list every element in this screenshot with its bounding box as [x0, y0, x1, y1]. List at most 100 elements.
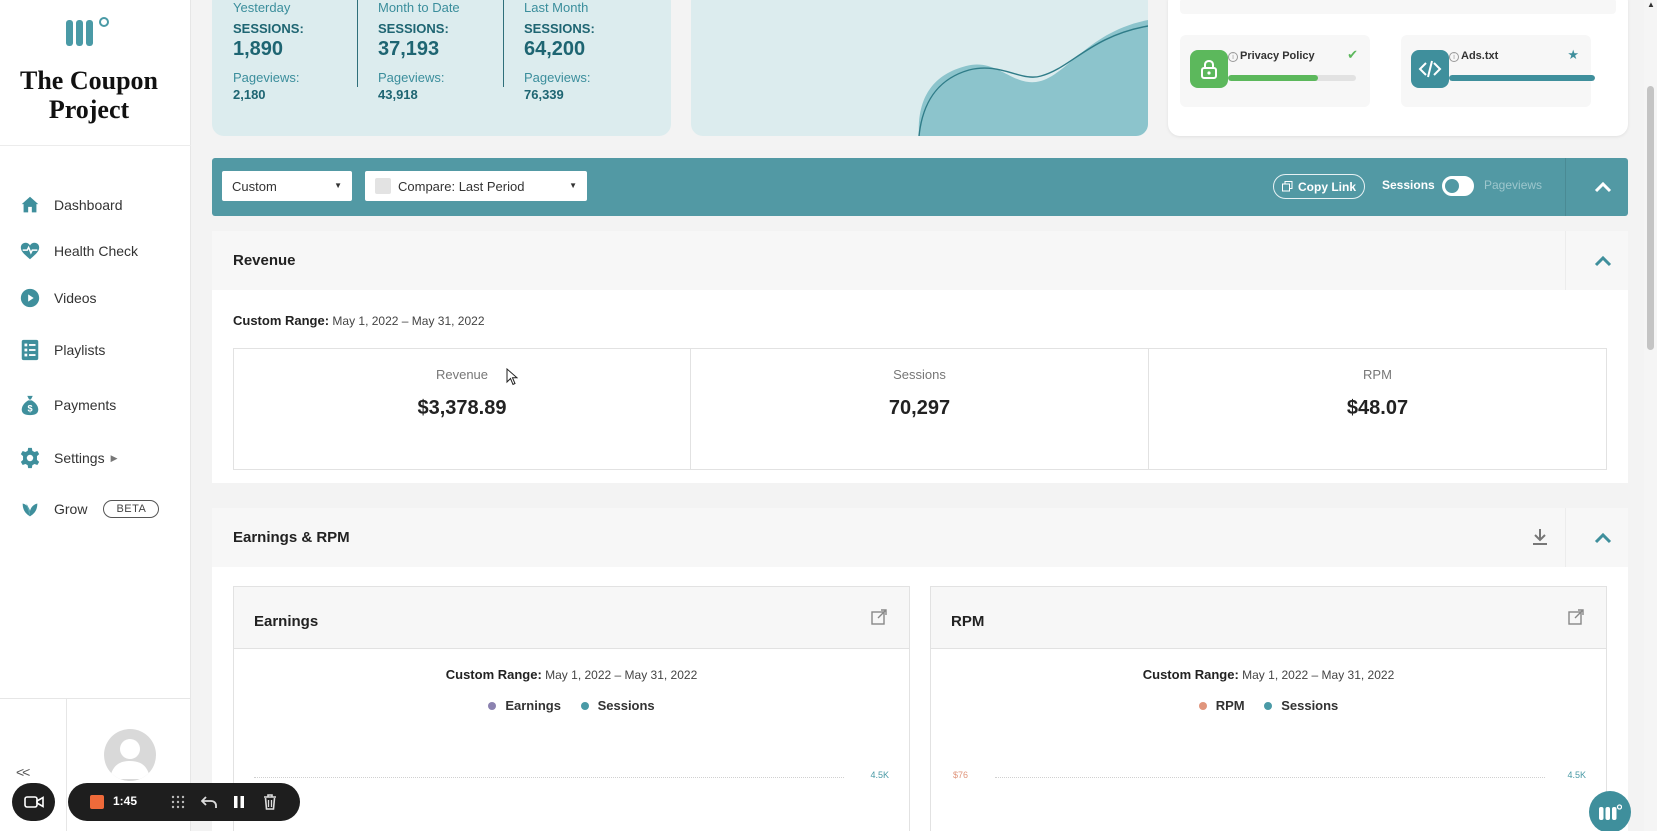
- compare-value: Compare: Last Period: [398, 178, 525, 194]
- copy-link-button[interactable]: Copy Link: [1273, 174, 1366, 199]
- metric-toggle[interactable]: [1442, 176, 1474, 196]
- scrollbar-thumb[interactable]: [1647, 86, 1654, 350]
- metric-value: $3,378.89: [417, 397, 507, 419]
- range-label: Custom Range:: [445, 667, 542, 682]
- legend-dot: [488, 702, 497, 711]
- external-link-icon[interactable]: [1568, 609, 1584, 625]
- legend-label: Earnings: [505, 698, 561, 713]
- date-range-value: Custom: [232, 178, 277, 194]
- chevron-up-icon[interactable]: [1592, 527, 1614, 549]
- copy-icon: [1282, 181, 1293, 192]
- earnings-chart-card: Earnings Custom Range: May 1, 2022 – May…: [233, 586, 910, 831]
- check-icon: ✔: [1347, 47, 1358, 62]
- chart-legend: RPM Sessions: [931, 698, 1606, 713]
- chart-gridline: [995, 777, 1545, 778]
- check-progress-bar: [1228, 75, 1356, 81]
- filter-toolbar: Custom ▼ Compare: Last Period ▼ Copy Lin…: [212, 158, 1628, 216]
- collapse-sidebar-button[interactable]: <<: [16, 764, 30, 780]
- legend-label: RPM: [1215, 698, 1245, 713]
- panel-title: Earnings & RPM: [233, 529, 350, 546]
- metric-toggle-pageviews-label: Pageviews: [1484, 178, 1543, 192]
- copy-link-label: Copy Link: [1298, 179, 1357, 194]
- stat-sessions-label: SESSIONS:: [378, 21, 449, 36]
- legend-item-rpm[interactable]: RPM: [1198, 698, 1245, 713]
- stat-divider: [357, 0, 358, 87]
- range-value: May 1, 2022 – May 31, 2022: [545, 668, 698, 682]
- legend-dot: [1198, 702, 1207, 711]
- sidebar-item-payments[interactable]: $ Payments: [18, 390, 116, 420]
- privacy-policy-check[interactable]: i Privacy Policy ✔: [1180, 35, 1370, 107]
- metric-label: Sessions: [893, 367, 946, 382]
- sidebar-footer-divider: [0, 698, 191, 699]
- video-camera-icon: [23, 796, 44, 808]
- sidebar-item-label: Payments: [54, 397, 117, 413]
- compare-checkbox[interactable]: [375, 178, 391, 194]
- recording-controls: 1:45: [68, 783, 300, 821]
- wave-illustration: [918, 20, 1148, 136]
- sidebar: The Coupon Project Dashboard Health Chec…: [0, 0, 191, 831]
- pause-icon[interactable]: [230, 793, 248, 811]
- panel-title: Revenue: [233, 252, 296, 269]
- brand-logo-icon[interactable]: [66, 16, 110, 48]
- undo-icon[interactable]: [200, 793, 218, 811]
- support-chat-button[interactable]: [1589, 791, 1631, 831]
- legend-item-sessions[interactable]: Sessions: [1264, 698, 1338, 713]
- sidebar-item-health-check[interactable]: Health Check: [18, 236, 138, 266]
- sidebar-item-label: Videos: [54, 290, 97, 306]
- revenue-panel: Revenue Custom Range: May 1, 2022 – May …: [212, 231, 1628, 483]
- metric-revenue: Revenue $3,378.89: [233, 348, 691, 470]
- camera-toggle-button[interactable]: [12, 783, 55, 821]
- sidebar-item-label: Dashboard: [54, 197, 123, 213]
- stop-recording-button[interactable]: [90, 795, 104, 809]
- sidebar-item-playlists[interactable]: Playlists: [18, 335, 105, 365]
- legend-item-earnings[interactable]: Earnings: [488, 698, 561, 713]
- avatar[interactable]: [104, 729, 156, 781]
- right-axis-tick: 4.5K: [870, 770, 889, 780]
- legend-item-sessions[interactable]: Sessions: [580, 698, 655, 713]
- external-link-icon[interactable]: [871, 609, 887, 625]
- chevron-up-icon[interactable]: [1592, 176, 1614, 198]
- check-progress-fill: [1449, 75, 1595, 81]
- rpm-card-header: RPM: [931, 587, 1606, 649]
- sidebar-item-label: Health Check: [54, 243, 139, 259]
- card-title: RPM: [951, 613, 985, 630]
- metric-toggle-sessions-label: Sessions: [1382, 178, 1435, 192]
- info-icon[interactable]: i: [1228, 52, 1238, 62]
- stat-pageviews-label: Pageviews:: [233, 70, 300, 85]
- stat-sessions-value: 37,193: [378, 38, 440, 60]
- header-divider: [1565, 508, 1566, 567]
- home-icon: [18, 193, 42, 217]
- sidebar-item-label: Settings: [54, 450, 105, 466]
- ads-txt-check[interactable]: i Ads.txt ★: [1401, 35, 1595, 107]
- sidebar-item-videos[interactable]: Videos: [18, 283, 97, 313]
- trash-icon[interactable]: [261, 793, 279, 811]
- svg-text:$: $: [27, 403, 32, 413]
- legend-dot: [580, 702, 589, 711]
- chevron-up-icon[interactable]: [1592, 250, 1614, 272]
- caret-down-icon: ▼: [334, 181, 342, 190]
- stat-pageviews-label: Pageviews:: [378, 70, 445, 85]
- download-icon[interactable]: [1532, 528, 1548, 546]
- sidebar-item-settings[interactable]: Settings ▶: [18, 443, 118, 473]
- scroll-up-arrow-icon[interactable]: ▲: [1647, 0, 1655, 9]
- stat-sessions-label: SESSIONS:: [233, 21, 304, 36]
- info-icon[interactable]: i: [1449, 52, 1459, 62]
- range-value: May 1, 2022 – May 31, 2022: [1242, 668, 1395, 682]
- leaf-icon: [18, 497, 42, 521]
- earnings-card-header: Earnings: [234, 587, 909, 649]
- stat-last-month: Last Month SESSIONS: 64,200 Pageviews: 7…: [524, 0, 595, 102]
- chart-legend: Earnings Sessions: [234, 698, 909, 713]
- metric-rpm: RPM $48.07: [1148, 348, 1607, 470]
- sidebar-item-dashboard[interactable]: Dashboard: [18, 190, 123, 220]
- grid-icon[interactable]: [169, 793, 187, 811]
- page-scrollbar[interactable]: ▲: [1644, 0, 1657, 831]
- toolbar-divider: [1565, 158, 1566, 216]
- stat-sessions-value: 1,890: [233, 38, 284, 60]
- heart-pulse-icon: [18, 239, 42, 263]
- traffic-summary-card: Yesterday SESSIONS: 1,890 Pageviews: 2,1…: [212, 0, 671, 136]
- health-check-card: i Privacy Policy ✔ i Ads.txt ★: [1168, 0, 1628, 136]
- sidebar-item-grow[interactable]: Grow BETA: [18, 494, 160, 524]
- compare-select[interactable]: Compare: Last Period ▼: [365, 171, 587, 201]
- stat-pageviews-value: 2,180: [233, 87, 266, 102]
- date-range-select[interactable]: Custom ▼: [222, 171, 352, 201]
